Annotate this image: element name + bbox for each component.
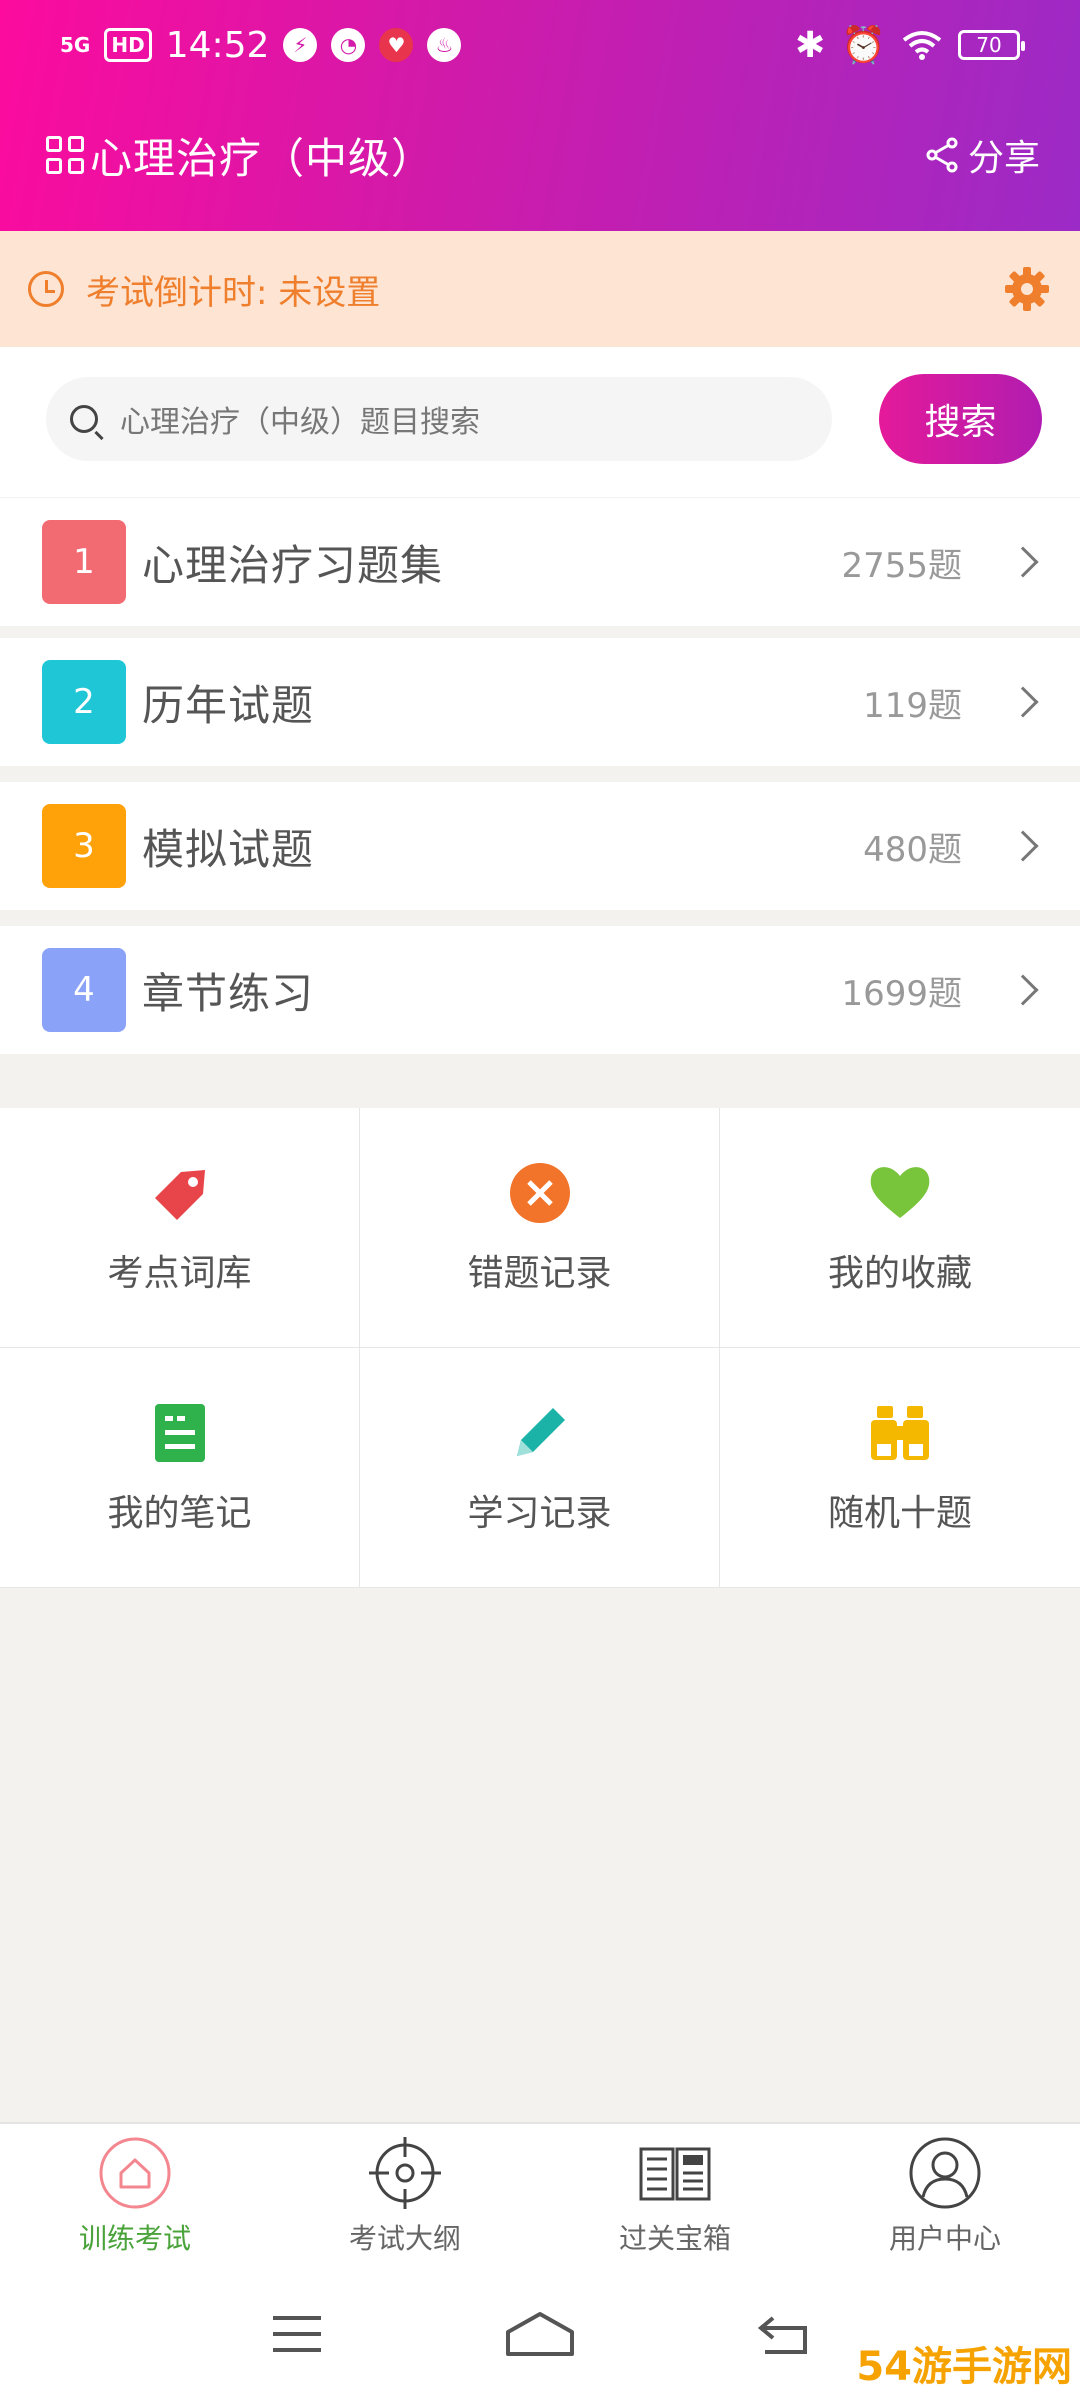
heart-icon xyxy=(870,1166,930,1218)
item-label: 章节练习 xyxy=(142,968,315,1018)
bottom-tab-bar: 训练考试 考试大纲 过关宝箱 用户中心 xyxy=(0,2122,1080,2268)
clock-icon xyxy=(28,271,64,307)
menu-grid-icon[interactable] xyxy=(46,136,84,174)
target-icon xyxy=(369,2137,441,2209)
item-number-badge: 3 xyxy=(42,804,126,888)
menu-icon[interactable] xyxy=(269,2312,325,2356)
speed-app-icon: ◔ xyxy=(331,28,366,62)
chevron-right-icon xyxy=(1007,686,1039,718)
bluetooth-icon: ✱ xyxy=(795,24,826,66)
tools-grid: 考点词库 错题记录 我的收藏 我的笔记 学习记录 随机十题 xyxy=(0,1108,1080,1588)
page-title: 心理治疗（中级） xyxy=(90,133,435,183)
tab-label: 用户中心 xyxy=(888,2222,1001,2255)
wifi-icon xyxy=(902,31,942,60)
tab-user-center[interactable]: 用户中心 xyxy=(810,2124,1080,2268)
tool-study-records[interactable]: 学习记录 xyxy=(360,1348,720,1588)
battery-indicator: 70 xyxy=(958,30,1025,60)
list-item[interactable]: 3 模拟试题 480题 xyxy=(0,782,1080,910)
network-indicator: 5G xyxy=(60,33,91,57)
news-icon xyxy=(639,2147,711,2201)
list-item[interactable]: 1 心理治疗习题集 2755题 xyxy=(0,498,1080,626)
chevron-right-icon xyxy=(1007,546,1039,578)
item-label: 模拟试题 xyxy=(142,824,315,874)
tool-label: 错题记录 xyxy=(467,1252,612,1294)
gear-icon[interactable] xyxy=(1002,264,1052,314)
tool-label: 考点词库 xyxy=(107,1252,252,1294)
item-count: 480题 xyxy=(863,829,962,870)
tool-notes[interactable]: 我的笔记 xyxy=(0,1348,360,1588)
tool-label: 随机十题 xyxy=(827,1492,972,1534)
tab-label: 过关宝箱 xyxy=(618,2222,731,2255)
fire-app-icon: ♨ xyxy=(427,28,462,62)
site-watermark: 54游手游网 xyxy=(856,2344,1072,2390)
search-button[interactable]: 搜索 xyxy=(879,374,1042,464)
tool-label: 我的收藏 xyxy=(827,1252,972,1294)
hd-indicator: HD xyxy=(104,28,152,62)
wrong-icon xyxy=(509,1162,570,1223)
status-time: 14:52 xyxy=(165,24,270,66)
tool-favorites[interactable]: 我的收藏 xyxy=(720,1108,1080,1348)
share-button[interactable]: 分享 xyxy=(924,129,1040,181)
alarm-icon: ⏰ xyxy=(841,25,886,66)
item-label: 心理治疗习题集 xyxy=(142,540,444,590)
tool-label: 学习记录 xyxy=(467,1492,612,1534)
search-input[interactable]: 心理治疗（中级）题目搜索 xyxy=(46,377,832,461)
list-item[interactable]: 4 章节练习 1699题 xyxy=(0,926,1080,1054)
heart-app-icon: ♥ xyxy=(379,28,414,62)
share-label: 分享 xyxy=(967,138,1040,179)
binoculars-icon xyxy=(871,1405,929,1460)
search-placeholder: 心理治疗（中级）题目搜索 xyxy=(120,405,480,440)
tab-treasure-box[interactable]: 过关宝箱 xyxy=(540,2124,810,2268)
tool-random-ten[interactable]: 随机十题 xyxy=(720,1348,1080,1588)
tab-exam-outline[interactable]: 考试大纲 xyxy=(270,2124,540,2268)
tool-keyword-library[interactable]: 考点词库 xyxy=(0,1108,360,1348)
pencil-icon xyxy=(516,1407,565,1456)
item-count: 2755题 xyxy=(841,545,962,586)
chevron-right-icon xyxy=(1007,974,1039,1006)
tab-label: 训练考试 xyxy=(78,2222,191,2255)
exam-countdown-bar[interactable]: 考试倒计时: 未设置 xyxy=(0,231,1080,347)
search-icon xyxy=(70,405,98,433)
item-label: 历年试题 xyxy=(142,680,315,730)
app-header: 5G HD 14:52 ⚡ ◔ ♥ ♨ ✱ ⏰ 70 心理治疗（中级） 分享 xyxy=(0,0,1080,231)
back-icon[interactable] xyxy=(755,2312,811,2356)
item-count: 1699题 xyxy=(841,973,962,1014)
search-section: 心理治疗（中级）题目搜索 搜索 xyxy=(0,347,1080,497)
item-number-badge: 2 xyxy=(42,660,126,744)
note-icon xyxy=(154,1403,205,1462)
item-number-badge: 4 xyxy=(42,948,126,1032)
chevron-right-icon xyxy=(1007,830,1039,862)
home-icon xyxy=(99,2137,171,2209)
flash-app-icon: ⚡ xyxy=(283,28,318,62)
tag-icon xyxy=(154,1169,205,1220)
user-icon xyxy=(909,2137,981,2209)
item-count: 119题 xyxy=(863,685,962,726)
tab-training-exam[interactable]: 训练考试 xyxy=(0,2124,270,2268)
status-bar: 5G HD 14:52 ⚡ ◔ ♥ ♨ ✱ ⏰ 70 xyxy=(0,0,1080,90)
tool-wrong-answers[interactable]: 错题记录 xyxy=(360,1108,720,1348)
tool-label: 我的笔记 xyxy=(107,1492,252,1534)
tab-label: 考试大纲 xyxy=(348,2222,461,2255)
countdown-text: 考试倒计时: 未设置 xyxy=(86,272,381,313)
item-number-badge: 1 xyxy=(42,520,126,604)
home-nav-icon[interactable] xyxy=(504,2310,576,2358)
share-icon xyxy=(926,137,958,173)
list-item[interactable]: 2 历年试题 119题 xyxy=(0,638,1080,766)
